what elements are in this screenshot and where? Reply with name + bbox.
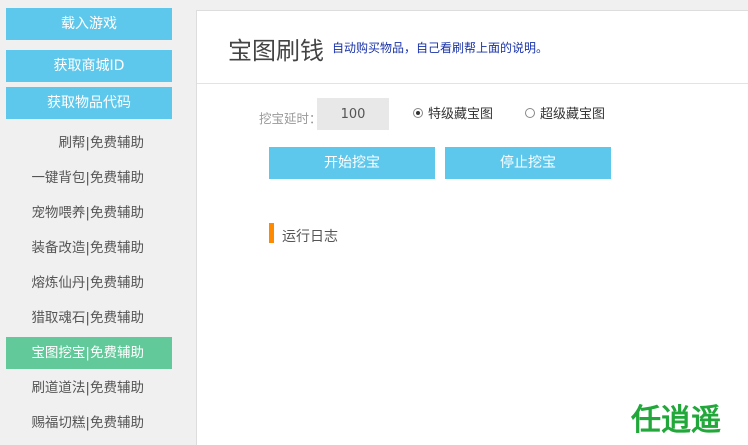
sidebar-item-equipment-modify[interactable]: 装备改造|免费辅助 [6,232,172,264]
sidebar-item-blessing-cake[interactable]: 赐福切糕|免费辅助 [6,407,172,439]
sidebar-item-backpack[interactable]: 一键背包|免费辅助 [6,162,172,194]
dig-delay-label: 挖宝延时： [259,111,322,126]
get-item-code-button[interactable]: 获取物品代码 [6,87,172,119]
sidebar-item-pet-feeding[interactable]: 宠物喂养|免费辅助 [6,197,172,229]
sidebar-item-dao-fa[interactable]: 刷道道法|免费辅助 [6,372,172,404]
radio-label: 超级藏宝图 [540,107,606,122]
sidebar-item-treasure-dig[interactable]: 宝图挖宝|免费辅助 [6,337,172,369]
main-panel: 宝图刷钱 自动购买物品，自己看刷帮上面的说明。 挖宝延时： 特级藏宝图 超级藏宝… [196,10,748,445]
dig-delay-input[interactable] [317,98,389,130]
get-mall-id-button[interactable]: 获取商城ID [6,50,172,82]
stop-dig-button[interactable]: 停止挖宝 [445,147,611,179]
page-description: 自动购买物品，自己看刷帮上面的说明。 [332,41,549,55]
log-marker [269,223,274,243]
load-game-button[interactable]: 载入游戏 [6,8,172,40]
page-header: 宝图刷钱 自动购买物品，自己看刷帮上面的说明。 [197,11,748,84]
page-title: 宝图刷钱 [228,37,324,65]
sidebar-item-soul-stone[interactable]: 猎取魂石|免费辅助 [6,302,172,334]
radio-label: 特级藏宝图 [428,107,494,122]
start-dig-button[interactable]: 开始挖宝 [269,147,435,179]
sidebar: 载入游戏 获取商城ID 获取物品代码 刷帮|免费辅助 一键背包|免费辅助 宠物喂… [0,0,180,444]
radio-special-treasure-map[interactable]: 特级藏宝图 [413,103,493,122]
radio-unchecked-icon [525,107,535,118]
radio-checked-icon [413,107,423,118]
sidebar-item-smelt-pill[interactable]: 熔炼仙丹|免费辅助 [6,267,172,299]
log-title: 运行日志 [282,229,338,245]
sidebar-item-shuabang[interactable]: 刷帮|免费辅助 [6,127,172,159]
radio-super-treasure-map[interactable]: 超级藏宝图 [525,103,605,122]
